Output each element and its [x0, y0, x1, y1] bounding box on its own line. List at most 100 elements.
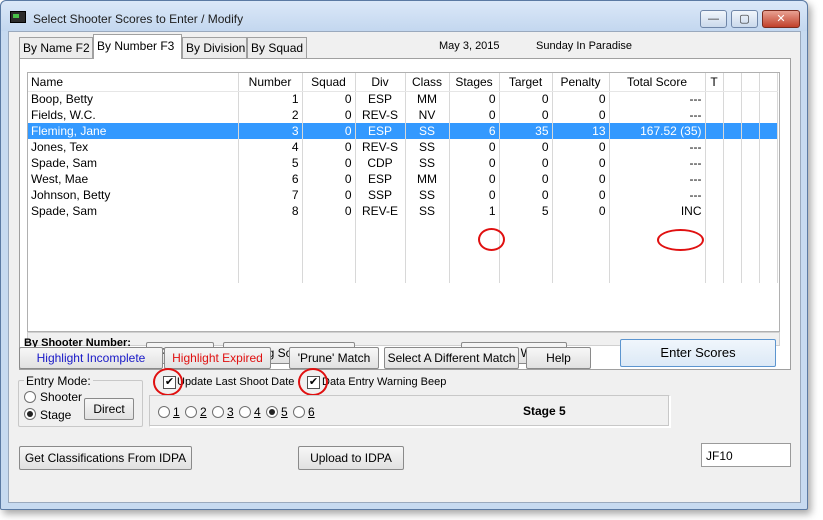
stage-radio-label: 1	[173, 405, 180, 419]
table-row[interactable]: Jones, Tex 4 0 REV-S SS 0 0 0 ---	[28, 139, 778, 155]
col-header-blank-2[interactable]	[741, 73, 760, 92]
cell-empty	[405, 219, 450, 235]
cell-extra	[759, 139, 778, 155]
cell-empty	[705, 267, 724, 283]
entry-mode-shooter-radio[interactable]	[24, 391, 36, 403]
col-header-number[interactable]: Number	[238, 73, 303, 92]
table-row[interactable]: Johnson, Betty 7 0 SSP SS 0 0 0 ---	[28, 187, 778, 203]
col-header-penalty[interactable]: Penalty	[552, 73, 610, 92]
cell-extra	[705, 139, 724, 155]
window-title: Select Shooter Scores to Enter / Modify	[33, 12, 244, 26]
table-row[interactable]: Spade, Sam 8 0 REV-E SS 1 5 0 INC	[28, 203, 778, 219]
cell-empty	[552, 267, 610, 283]
tab-by-number[interactable]: By Number F3	[93, 34, 182, 59]
entry-mode-label: Entry Mode:	[24, 374, 93, 388]
table-row[interactable]: Fleming, Jane 3 0 ESP SS 6 35 13 167.52 (35)	[28, 123, 778, 139]
cell-class: NV	[405, 107, 450, 123]
data-entry-warning-beep-checkbox[interactable]: ✔	[307, 376, 320, 389]
entry-mode-shooter-label: Shooter	[40, 390, 83, 404]
cell-empty	[302, 219, 356, 235]
cell-extra	[759, 91, 778, 107]
col-header-stages[interactable]: Stages	[449, 73, 500, 92]
entry-mode-stage-radio[interactable]	[24, 408, 36, 420]
table-row[interactable]: West, Mae 6 0 ESP MM 0 0 0 ---	[28, 171, 778, 187]
stage-radio-5[interactable]	[266, 406, 278, 418]
direct-button[interactable]: Direct	[84, 398, 134, 420]
stage-radio-6[interactable]	[293, 406, 305, 418]
get-classifications-button[interactable]: Get Classifications From IDPA	[19, 446, 192, 470]
enter-scores-button[interactable]: Enter Scores	[620, 339, 776, 367]
cell-empty	[302, 235, 356, 251]
col-header-blank-1[interactable]	[723, 73, 742, 92]
cell-target: 0	[499, 139, 553, 155]
cell-empty	[449, 251, 500, 267]
empty-row	[28, 267, 778, 283]
col-header-div[interactable]: Div	[355, 73, 406, 92]
stage-radio-2[interactable]	[185, 406, 197, 418]
highlight-incomplete-button[interactable]: Highlight Incomplete	[19, 347, 163, 369]
update-last-shoot-date-checkbox[interactable]: ✔	[163, 376, 176, 389]
cell-number: 1	[238, 91, 303, 107]
cell-stages: 0	[449, 139, 500, 155]
prune-match-button[interactable]: 'Prune' Match	[289, 347, 379, 369]
col-header-target[interactable]: Target	[499, 73, 553, 92]
upload-to-idpa-button[interactable]: Upload to IDPA	[298, 446, 404, 470]
cell-extra	[741, 203, 760, 219]
tab-by-squad[interactable]: By Squad	[247, 37, 307, 58]
cell-target: 5	[499, 203, 553, 219]
cell-stages: 6	[449, 123, 500, 139]
col-header-name[interactable]: Name	[28, 73, 239, 92]
cell-empty	[499, 267, 553, 283]
cell-extra	[723, 123, 742, 139]
match-name: Sunday In Paradise	[536, 40, 633, 52]
close-button[interactable]: ✕	[762, 10, 800, 28]
cell-empty	[723, 251, 742, 267]
cell-squad: 0	[302, 123, 356, 139]
cell-extra	[741, 139, 760, 155]
cell-name: Boop, Betty	[28, 91, 239, 107]
cell-extra	[705, 123, 724, 139]
cell-extra	[705, 187, 724, 203]
cell-total-score: ---	[609, 155, 706, 171]
help-button[interactable]: Help	[526, 347, 591, 369]
cell-stages: 1	[449, 203, 500, 219]
empty-row	[28, 219, 778, 235]
col-header-total-score[interactable]: Total Score	[609, 73, 706, 92]
minimize-button[interactable]: —	[700, 10, 727, 28]
cell-total-score: 167.52 (35)	[609, 123, 706, 139]
cell-squad: 0	[302, 203, 356, 219]
highlight-expired-button[interactable]: Highlight Expired	[164, 347, 271, 369]
table-row[interactable]: Boop, Betty 1 0 ESP MM 0 0 0 ---	[28, 91, 778, 107]
cell-empty	[741, 235, 760, 251]
shooter-grid[interactable]: Name Number Squad Div Class Stages Targe…	[27, 72, 780, 332]
col-header-t[interactable]: T	[705, 73, 724, 92]
cell-extra	[759, 155, 778, 171]
table-row[interactable]: Fields, W.C. 2 0 REV-S NV 0 0 0 ---	[28, 107, 778, 123]
cell-empty	[609, 251, 706, 267]
cell-name: Fleming, Jane	[28, 123, 239, 139]
table-row[interactable]: Spade, Sam 5 0 CDP SS 0 0 0 ---	[28, 155, 778, 171]
data-entry-warning-beep-label: Data Entry Warning Beep	[322, 376, 447, 388]
maximize-button[interactable]: ▢	[731, 10, 758, 28]
tab-by-division[interactable]: By Division	[182, 37, 247, 58]
col-header-squad[interactable]: Squad	[302, 73, 356, 92]
stage-radio-1[interactable]	[158, 406, 170, 418]
empty-row	[28, 251, 778, 267]
cell-empty	[741, 251, 760, 267]
cell-penalty: 0	[552, 171, 610, 187]
cell-div: REV-E	[355, 203, 406, 219]
stage-radio-3[interactable]	[212, 406, 224, 418]
cell-empty	[28, 267, 239, 283]
code-input[interactable]: JF10	[701, 443, 791, 467]
select-different-match-button[interactable]: Select A Different Match	[384, 347, 519, 369]
cell-div: CDP	[355, 155, 406, 171]
title-bar[interactable]: Select Shooter Scores to Enter / Modify …	[1, 1, 807, 31]
col-header-class[interactable]: Class	[405, 73, 450, 92]
stage-radio-4[interactable]	[239, 406, 251, 418]
cell-empty	[449, 219, 500, 235]
cell-target: 0	[499, 155, 553, 171]
cell-empty	[759, 251, 778, 267]
col-header-blank-3[interactable]	[759, 73, 778, 92]
tab-by-name[interactable]: By Name F2	[19, 37, 93, 58]
cell-name: Johnson, Betty	[28, 187, 239, 203]
